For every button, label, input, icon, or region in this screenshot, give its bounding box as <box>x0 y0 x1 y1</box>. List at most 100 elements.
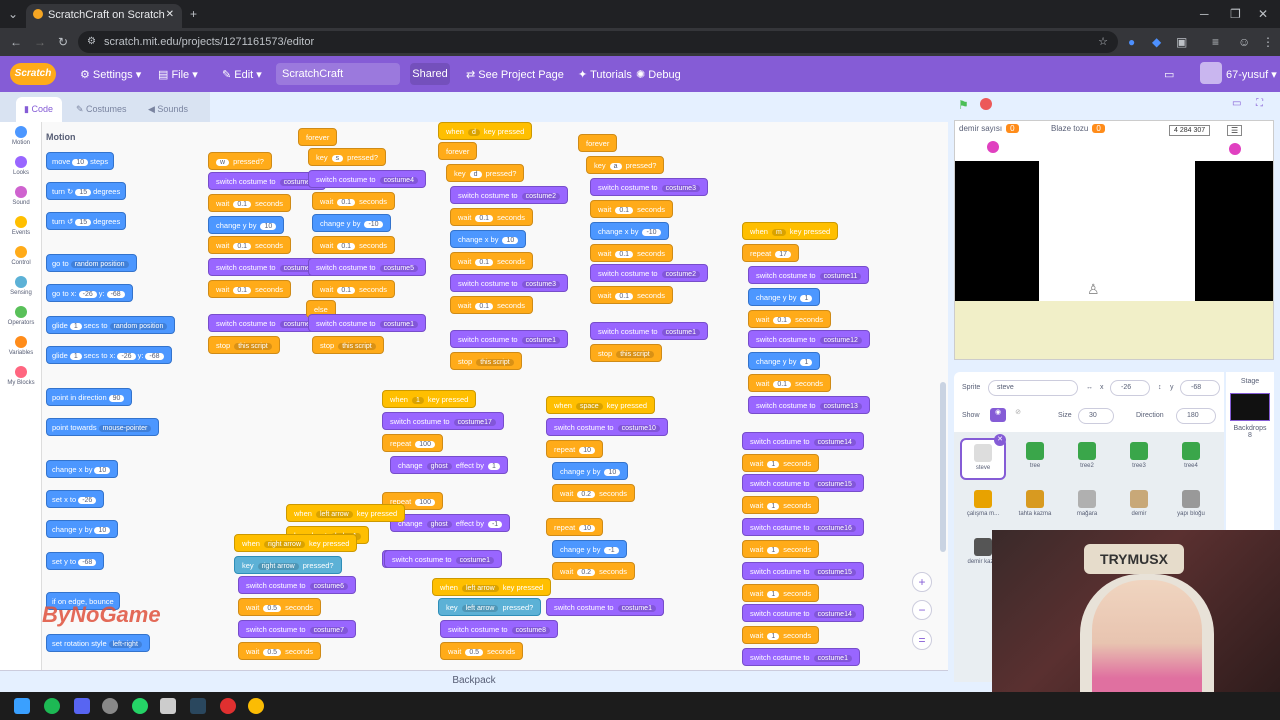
tab-sounds[interactable]: ◀ Sounds <box>146 97 200 122</box>
val[interactable]: 10 <box>94 467 111 474</box>
block-switch-costume[interactable]: switch costume to costume8 <box>440 620 558 638</box>
block-point-towards[interactable]: point towards mouse-pointer <box>46 418 160 436</box>
block-repeat[interactable]: repeat 10 <box>546 518 604 536</box>
block-switch-costume[interactable]: switch costume to costume10 <box>546 418 668 436</box>
file-menu[interactable]: ▤ File ▾ <box>158 68 198 81</box>
sprite-tile[interactable]: tree2 <box>1064 438 1110 480</box>
block-input[interactable]: 100 <box>415 441 435 448</box>
block-dropdown[interactable]: costume7 <box>309 627 348 634</box>
block-input[interactable]: 0.1 <box>615 293 634 300</box>
block-glide-xy[interactable]: glide 1 secs to x: -26 y: -68 <box>46 346 172 364</box>
block-dropdown[interactable]: costume2 <box>521 193 560 200</box>
green-flag-icon[interactable]: ⚑ <box>958 98 969 112</box>
block-wait[interactable]: wait 0.1 seconds <box>312 280 396 298</box>
block-switch-costume[interactable]: switch costume tocostume1 <box>384 550 502 568</box>
block-switch-costume[interactable]: switch costume tocostume1 <box>546 598 664 616</box>
block-if-right[interactable]: key right arrow pressed? <box>234 556 342 574</box>
browser-menu-icon[interactable]: ⋮ <box>1262 36 1274 48</box>
block-dropdown[interactable]: costume4 <box>379 177 418 184</box>
block-dropdown[interactable]: space <box>575 403 603 410</box>
block-switch-costume[interactable]: switch costume to costume2 <box>450 186 568 204</box>
files-icon[interactable] <box>160 698 176 714</box>
block-dropdown[interactable]: costume1 <box>617 605 656 612</box>
sprite-tile[interactable]: tahta kazma <box>1012 486 1058 528</box>
block-wait[interactable]: wait 0.1 seconds <box>590 286 674 304</box>
val[interactable]: 15 <box>75 189 92 196</box>
block-input[interactable]: 0.1 <box>773 381 792 388</box>
block-input[interactable]: s <box>331 155 344 162</box>
my-stuff-folder-icon[interactable]: ▭ <box>1164 68 1174 81</box>
vertical-scrollbar[interactable] <box>940 382 946 552</box>
block-input[interactable]: 1 <box>487 463 500 470</box>
block-switch-costume[interactable]: switch costume to costume4 <box>308 170 426 188</box>
block-dropdown[interactable]: costume1 <box>455 557 494 564</box>
browser-tab[interactable]: ScratchCraft on Scratch ✕ <box>26 4 182 28</box>
block-input[interactable]: 0.1 <box>233 243 252 250</box>
block-dropdown[interactable]: costume6 <box>309 583 348 590</box>
block-input[interactable]: 1 <box>767 461 780 468</box>
block-wait[interactable]: wait 0.1 seconds <box>208 280 292 298</box>
block-switch-costume[interactable]: switch costume to costume15 <box>742 562 864 580</box>
tab-code[interactable]: ▮ Code <box>16 97 62 122</box>
block-switch-costume[interactable]: switch costume to costume16 <box>742 518 864 536</box>
block-dropdown[interactable]: costume16 <box>813 525 856 532</box>
block-move[interactable]: move 10 steps <box>46 152 115 170</box>
block-wait[interactable]: wait 0.1 seconds <box>208 236 292 254</box>
block-input[interactable]: 10 <box>579 447 596 454</box>
category-operators[interactable]: Operators <box>0 306 42 336</box>
fullscreen-icon[interactable]: ⛶ <box>1256 98 1263 109</box>
block-dropdown[interactable]: this script <box>338 343 376 350</box>
block-input[interactable]: -1 <box>487 521 503 528</box>
block-change-effect[interactable]: change ghost effect by 1 <box>390 456 508 474</box>
extension2-icon[interactable]: ◆ <box>1152 36 1161 48</box>
block-point-direction[interactable]: point in direction 90 <box>46 388 133 406</box>
block-input[interactable]: 0.2 <box>577 491 596 498</box>
block-dropdown[interactable]: costume1 <box>661 329 700 336</box>
block-dropdown[interactable]: costume14 <box>813 439 856 446</box>
block-input[interactable]: 0.1 <box>233 287 252 294</box>
block-wait[interactable]: wait 0.5 seconds <box>238 598 322 616</box>
block-input[interactable]: 1 <box>767 547 780 554</box>
block-wait[interactable]: wait 0.2 seconds <box>552 484 636 502</box>
sprite-tile[interactable]: tree <box>1012 438 1058 480</box>
val[interactable]: 1 <box>69 353 82 360</box>
block-change-y[interactable]: change y by 10 <box>552 462 629 480</box>
block-turn-left[interactable]: turn ↺ 15 degrees <box>46 212 127 230</box>
block-wait[interactable]: wait 1 seconds <box>742 496 820 514</box>
block-if[interactable]: key s pressed? <box>308 148 387 166</box>
stage-canvas[interactable]: ♙ demir sayısı 0 Blaze tozu 0 4 284 307 ☰ <box>954 120 1274 360</box>
backpack[interactable]: Backpack <box>0 670 948 692</box>
dropdown[interactable]: random position <box>70 261 129 268</box>
block-input[interactable]: 0.1 <box>233 201 252 208</box>
block-input[interactable]: 1 <box>767 503 780 510</box>
block-goto[interactable]: go to random position <box>46 254 137 272</box>
block-input[interactable]: 0.1 <box>615 207 634 214</box>
sprite-tile[interactable]: çalışma m... <box>960 486 1006 528</box>
block-input[interactable]: a <box>609 163 622 170</box>
whatsapp-icon[interactable] <box>132 698 148 714</box>
block-switch-costume[interactable]: switch costume tocostume1 <box>590 322 708 340</box>
reload-icon[interactable]: ↻ <box>58 36 68 48</box>
block-change-effect[interactable]: change ghost effect by -1 <box>390 514 511 532</box>
block-wait[interactable]: wait 0.1 seconds <box>312 192 396 210</box>
block-switch-costume[interactable]: switch costume to costume3 <box>450 274 568 292</box>
block-switch-costume[interactable]: switch costume to costume2 <box>590 264 708 282</box>
block-dropdown[interactable]: this script <box>616 351 654 358</box>
block-wait[interactable]: wait 0.1 seconds <box>450 252 534 270</box>
val[interactable]: 15 <box>75 219 92 226</box>
category-sensing[interactable]: Sensing <box>0 276 42 306</box>
block-wait[interactable]: wait 0.1 seconds <box>208 194 292 212</box>
y-input[interactable]: -68 <box>1180 380 1220 396</box>
block-switch-costume[interactable]: switch costume tocostume1 <box>308 314 426 332</box>
block-input[interactable]: 0.1 <box>337 199 356 206</box>
block-dropdown[interactable]: costume11 <box>819 273 862 280</box>
block-turn-right[interactable]: turn ↻ 15 degrees <box>46 182 127 200</box>
block-wait[interactable]: wait 1 seconds <box>742 584 820 602</box>
block-change-y[interactable]: change y by -1 <box>552 540 627 558</box>
tab-costumes[interactable]: ✎ Costumes <box>72 97 134 122</box>
block-wait[interactable]: wait 0.5 seconds <box>238 642 322 660</box>
block-change-x[interactable]: change x by 10 <box>46 460 119 478</box>
block-input[interactable]: 10 <box>260 223 277 230</box>
block-input[interactable]: 0.2 <box>577 569 596 576</box>
block-wait[interactable]: wait 0.1 seconds <box>450 296 534 314</box>
